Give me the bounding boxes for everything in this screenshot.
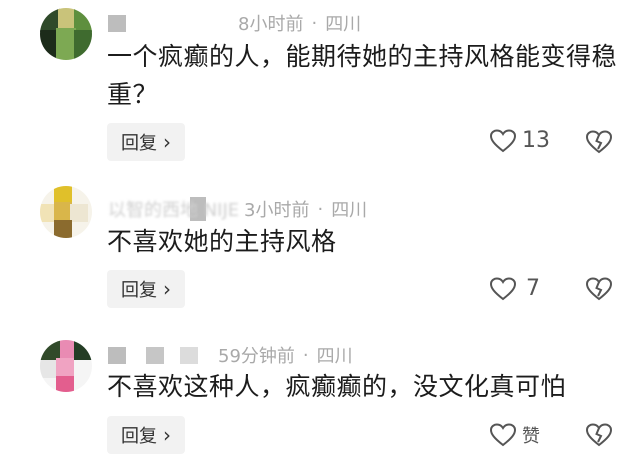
meta-separator: · — [317, 198, 324, 220]
chevron-right-icon: › — [163, 423, 171, 447]
broken-heart-icon[interactable] — [586, 276, 612, 302]
like-button[interactable]: 7 — [490, 276, 540, 301]
comment-text: 不喜欢这种人，疯癫癫的，没文化真可怕 — [107, 372, 567, 401]
comment-location: 四川 — [316, 346, 353, 367]
chevron-right-icon: › — [163, 130, 171, 154]
meta-separator: · — [302, 344, 309, 366]
comment-meta: 以智的西地 NIJE 3小时前 · 四川 — [108, 196, 367, 222]
like-count: 7 — [526, 276, 540, 301]
username[interactable]: 以智的西地 NIJE — [108, 196, 248, 222]
broken-heart-icon[interactable] — [586, 129, 612, 155]
like-button[interactable]: 13 — [490, 128, 550, 153]
meta-separator: · — [311, 12, 318, 34]
heart-outline-icon — [490, 276, 516, 300]
broken-heart-icon[interactable] — [586, 422, 612, 448]
comment-location: 四川 — [331, 200, 368, 221]
username-redacted[interactable] — [108, 14, 126, 32]
reply-label: 回复 — [121, 133, 157, 154]
heart-outline-icon — [490, 423, 516, 447]
like-button[interactable]: 赞 — [490, 422, 540, 448]
reply-button[interactable]: 回复 › — [107, 123, 185, 161]
avatar[interactable] — [40, 8, 92, 60]
comment-text: 一个疯癫的人，能期待她的主持风格能变得稳重？ — [107, 42, 618, 109]
chevron-right-icon: › — [163, 277, 171, 301]
username-redacted — [146, 346, 164, 364]
comment-meta: 8小时前 · 四川 — [108, 10, 361, 36]
username-redacted[interactable] — [108, 346, 126, 364]
comment-time: 8小时前 — [238, 14, 304, 35]
like-count: 赞 — [522, 426, 540, 447]
username-redacted — [180, 346, 198, 364]
reply-label: 回复 — [121, 426, 157, 447]
comment-meta: 59分钟前 · 四川 — [108, 342, 353, 368]
heart-outline-icon — [490, 128, 516, 152]
avatar[interactable] — [40, 340, 92, 392]
comment-time: 3小时前 — [244, 200, 310, 221]
avatar[interactable] — [40, 186, 92, 238]
comment-text: 不喜欢她的主持风格 — [107, 227, 337, 256]
comment-location: 四川 — [325, 14, 362, 35]
reply-button[interactable]: 回复 › — [107, 270, 185, 308]
reply-label: 回复 — [121, 280, 157, 301]
comment-time: 59分钟前 — [218, 346, 295, 367]
reply-button[interactable]: 回复 › — [107, 416, 185, 454]
like-count: 13 — [522, 128, 550, 153]
